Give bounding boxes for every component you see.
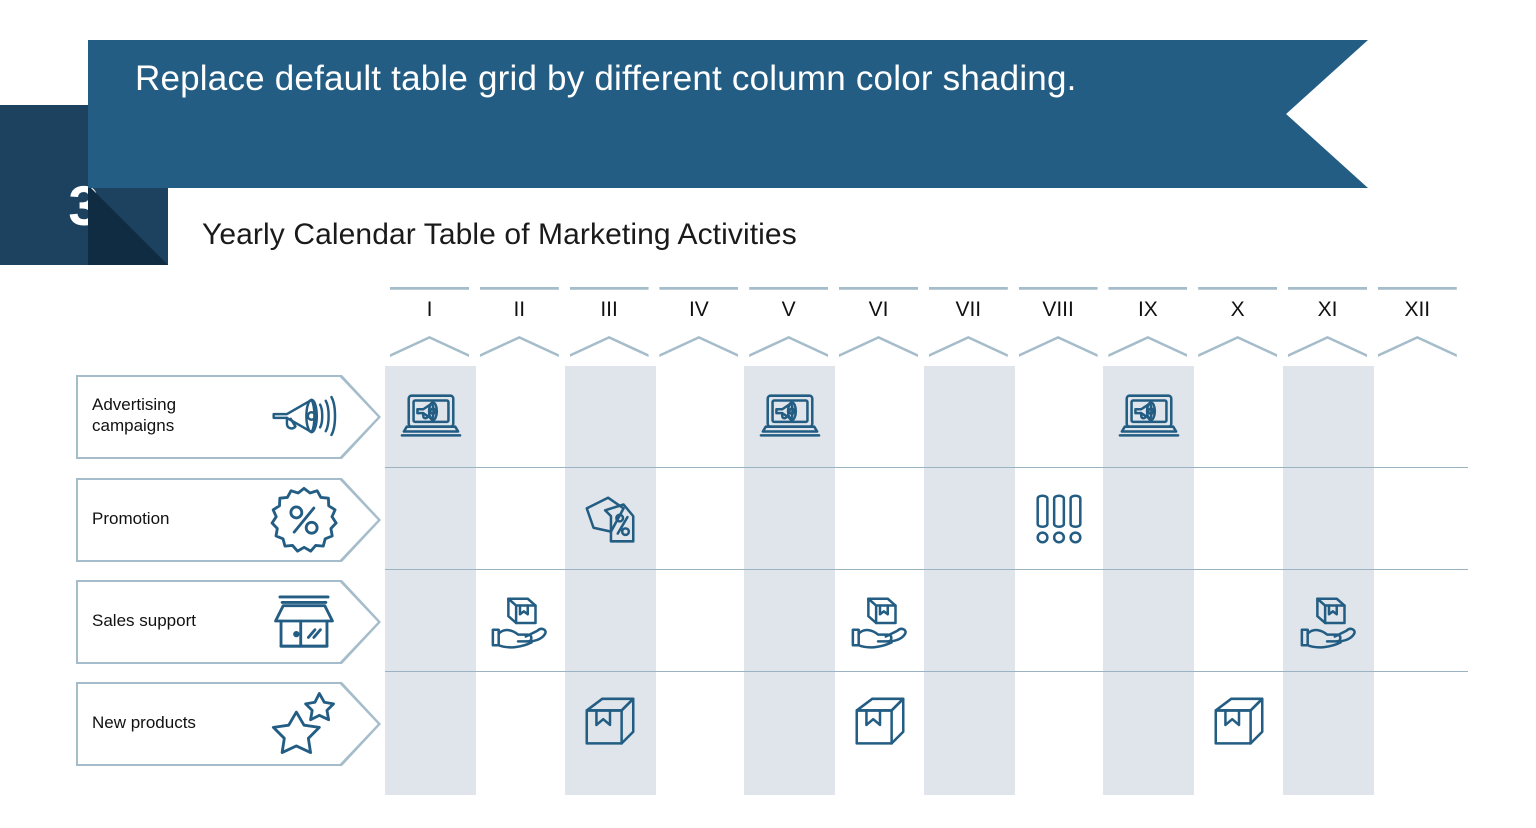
row-label-line1: Advertising <box>92 395 177 414</box>
row-label-line1: Sales support <box>92 610 196 630</box>
megaphone-icon <box>268 381 340 451</box>
stars-icon <box>268 688 340 758</box>
column-header-VI[interactable]: VI <box>839 287 918 357</box>
cell-laptop-megaphone-icon[interactable] <box>1118 386 1180 448</box>
column-header-IX[interactable]: IX <box>1108 287 1188 357</box>
calendar-table: I II III IV V VI VII VIII IX X XI XII Advertising ca… <box>0 0 1536 828</box>
cell-hand-holding-box-icon[interactable] <box>849 591 911 653</box>
row-label-advertising-campaigns[interactable]: Advertising campaigns <box>76 375 381 459</box>
column-header-label: X <box>1230 298 1245 321</box>
cell-exclamation-marks-icon[interactable] <box>1028 489 1090 551</box>
column-header-II[interactable]: II <box>479 287 559 357</box>
row-label-sales-support[interactable]: Sales support <box>76 580 381 664</box>
row-label-text: Advertising campaigns <box>92 375 262 455</box>
column-header-label: III <box>600 298 618 321</box>
cell-price-tags-percent-icon[interactable] <box>579 489 641 551</box>
column-header-label: I <box>426 298 433 321</box>
column-header-label: VIII <box>1042 298 1074 321</box>
column-shade-band <box>1283 366 1374 795</box>
column-header-label: VI <box>868 298 889 321</box>
cell-laptop-megaphone-icon[interactable] <box>759 386 821 448</box>
column-header-label: II <box>513 298 526 321</box>
row-separator <box>385 467 1468 468</box>
cell-box-icon[interactable] <box>1208 693 1270 755</box>
column-header-XI[interactable]: XI <box>1288 287 1367 357</box>
row-label-line2: campaigns <box>92 416 175 435</box>
column-header-label: VII <box>955 298 982 321</box>
row-label-line1: New products <box>92 712 196 732</box>
column-header-IV[interactable]: IV <box>659 287 739 357</box>
column-header-V[interactable]: V <box>749 287 829 357</box>
row-label-new-products[interactable]: New products <box>76 682 381 766</box>
row-separator <box>385 671 1468 672</box>
cell-box-icon[interactable] <box>849 693 911 755</box>
row-label-text: Promotion <box>92 478 262 558</box>
row-label-text: Sales support <box>92 580 262 660</box>
cell-hand-holding-box-icon[interactable] <box>489 591 551 653</box>
column-header-label: XII <box>1404 298 1431 321</box>
row-label-line1: Promotion <box>92 508 170 528</box>
storefront-icon <box>268 586 340 656</box>
row-label-text: New products <box>92 682 262 762</box>
column-header-XII[interactable]: XII <box>1377 287 1457 357</box>
column-header-I[interactable]: I <box>390 287 469 357</box>
row-label-promotion[interactable]: Promotion <box>76 478 381 562</box>
column-header-X[interactable]: X <box>1198 287 1278 357</box>
cell-hand-holding-box-icon[interactable] <box>1298 591 1360 653</box>
column-header-label: XI <box>1317 298 1338 321</box>
column-header-label: V <box>781 298 796 321</box>
cell-laptop-megaphone-icon[interactable] <box>400 386 462 448</box>
column-header-VII[interactable]: VII <box>928 287 1008 357</box>
column-header-label: IV <box>688 298 709 321</box>
column-header-VIII[interactable]: VIII <box>1018 287 1098 357</box>
column-shade-band <box>923 366 1015 795</box>
percent-badge-icon <box>268 484 340 554</box>
cell-box-icon[interactable] <box>579 693 641 755</box>
column-header-label: IX <box>1137 298 1158 321</box>
row-separator <box>385 569 1468 570</box>
column-header-III[interactable]: III <box>569 287 649 357</box>
